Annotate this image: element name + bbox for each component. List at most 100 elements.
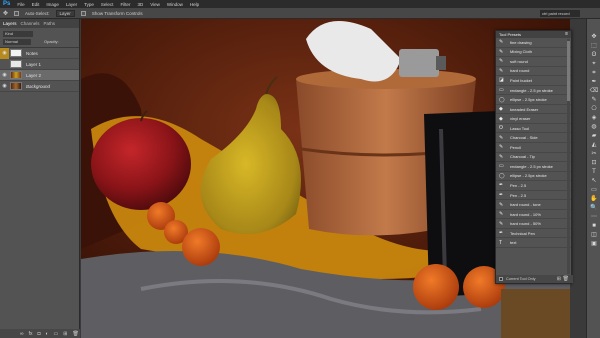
preset-item[interactable]: ✎ Pencil [496, 143, 571, 153]
current-tool-only-checkbox[interactable] [499, 277, 503, 281]
preset-item[interactable]: ✎ fine drawing [496, 38, 571, 48]
preset-item[interactable]: ✎ soft round [496, 57, 571, 67]
light-bulb-tip [436, 56, 446, 70]
tab-layers[interactable]: Layers [3, 21, 17, 26]
presets-scrollbar-thumb[interactable] [567, 41, 570, 101]
layer-row-layer-1[interactable]: Layer 1 [0, 59, 79, 70]
layer-row-notes[interactable]: ◉ Notes [0, 47, 79, 59]
preset-item[interactable]: ✎ Mixing Cloth [496, 48, 571, 58]
preset-item[interactable]: ✎ hard round - 10% [496, 210, 571, 220]
preset-item[interactable]: ✒ Technical Pen [496, 229, 571, 239]
tab-paths[interactable]: Paths [44, 21, 56, 26]
path-select-tool-icon[interactable]: ↖ [587, 177, 600, 186]
dodge-tool-icon[interactable]: ✂ [587, 150, 600, 159]
blur-tool-icon[interactable]: ◭ [587, 141, 600, 150]
fx-icon[interactable]: fx [29, 331, 33, 337]
eraser-tool-icon[interactable]: ◍ [587, 123, 600, 132]
quick-select-tool-icon[interactable]: ⌖ [587, 60, 600, 69]
new-preset-icon[interactable]: ⊞ [557, 276, 561, 282]
presets-scrollbar[interactable] [567, 39, 570, 274]
menu-edit[interactable]: Edit [32, 2, 40, 7]
new-layer-icon[interactable]: ⊞ [63, 331, 67, 337]
more-tools-icon[interactable]: ⋯ [587, 213, 600, 222]
tab-channels[interactable]: Channels [21, 21, 40, 26]
menu-window[interactable]: Window [167, 2, 183, 7]
preset-item[interactable]: ✎ hard round - tone [496, 200, 571, 210]
type-tool-icon[interactable]: T [587, 168, 600, 177]
eye-icon[interactable]: ◉ [0, 47, 9, 59]
brush-icon: ✎ [499, 39, 504, 46]
preset-item[interactable]: ✎ Charcoal - Side [496, 133, 571, 144]
preset-item[interactable]: ✒ Pen - 2.5 [496, 181, 571, 191]
color-swatches-icon[interactable]: ■ [587, 222, 600, 231]
layer-row-layer-2[interactable]: ◉ Layer 2 [0, 70, 79, 81]
hand-tool-icon[interactable]: ✋ [587, 195, 600, 204]
healing-tool-icon[interactable]: ⌫ [587, 87, 600, 96]
preset-item[interactable]: ▭ rectangle - 2.5 px stroke [496, 86, 571, 96]
pen-tool-icon[interactable]: ⊡ [587, 159, 600, 168]
shape-tool-icon[interactable]: ▭ [587, 186, 600, 195]
menu-layer[interactable]: Layer [66, 2, 77, 7]
preset-item[interactable]: ◪ Paint bucket [496, 76, 571, 86]
lasso-tool-icon[interactable]: ʘ [587, 51, 600, 60]
preset-item[interactable]: ʘ Lasso Tool [496, 124, 571, 134]
preset-item[interactable]: Ttext [496, 238, 571, 249]
workspace-field[interactable]: ctrl paint record [540, 10, 580, 17]
layer-row-background[interactable]: ◉ Background [0, 81, 79, 92]
screen-mode-icon[interactable]: ▣ [587, 240, 600, 249]
zoom-tool-icon[interactable]: 🔍 [587, 204, 600, 213]
quick-mask-icon[interactable]: ◫ [587, 231, 600, 240]
transform-controls-label: Show Transform Controls [91, 10, 143, 16]
menu-help[interactable]: Help [190, 2, 199, 7]
panel-menu-icon[interactable]: ≡ [565, 31, 568, 37]
clone-stamp-tool-icon[interactable]: ⎔ [587, 105, 600, 114]
preset-item[interactable]: ✎ hard round [496, 67, 571, 77]
group-folder-icon[interactable]: ▭ [54, 331, 59, 337]
pen-icon: ✒ [499, 192, 504, 199]
mask-icon[interactable]: ◘ [37, 331, 40, 337]
layer-kind-filter[interactable]: Kind [3, 31, 33, 37]
pencil-icon: ✎ [499, 144, 504, 151]
move-tool-icon[interactable]: ✥ [3, 10, 8, 17]
preset-item[interactable]: ▭ rectangle - 2.5 px stroke [496, 162, 571, 172]
layer-thumbnail [10, 49, 22, 57]
adjustment-layer-icon[interactable]: ◐ [46, 331, 49, 337]
crop-tool-icon[interactable]: ⌗ [587, 69, 600, 78]
orange-front-left [413, 264, 459, 310]
eraser-icon: ◆ [499, 106, 503, 113]
menu-image[interactable]: Image [46, 2, 59, 7]
preset-item[interactable]: ✎ hard round - 50% [496, 219, 571, 229]
preset-item[interactable]: ◆ kneaded Eraser [496, 105, 571, 115]
menu-filter[interactable]: Filter [120, 2, 130, 7]
eye-icon[interactable]: ◉ [0, 81, 9, 92]
brush-tool-icon[interactable]: ✎ [587, 96, 600, 105]
gradient-tool-icon[interactable]: ▰ [587, 132, 600, 141]
preset-item[interactable]: ◆ vinyl eraser [496, 114, 571, 124]
trash-icon[interactable]: 🗑 [563, 276, 569, 282]
menu-file[interactable]: File [17, 2, 24, 7]
link-layers-icon[interactable]: ∞ [20, 331, 24, 337]
preset-item[interactable]: ◯ ellipse - 2.5px stroke [496, 95, 571, 105]
preset-item[interactable]: ✒ Pen - 2.5 [496, 191, 571, 201]
opacity-label: Opacity: [44, 39, 59, 44]
menu-type[interactable]: Type [84, 2, 94, 7]
move-tool-icon[interactable]: ✥ [587, 33, 600, 42]
eye-icon[interactable] [0, 59, 9, 70]
auto-select-checkbox[interactable] [14, 10, 20, 16]
menu-select[interactable]: Select [101, 2, 114, 7]
wood-table-edge [501, 289, 570, 338]
history-brush-tool-icon[interactable]: ◈ [587, 114, 600, 123]
trash-icon[interactable]: 🗑 [72, 331, 78, 337]
auto-select-dropdown[interactable]: Layer [55, 9, 75, 17]
menu-3d[interactable]: 3D [137, 2, 143, 7]
preset-item[interactable]: ◯ ellipse - 2.5px stroke [496, 172, 571, 182]
menu-view[interactable]: View [150, 2, 160, 7]
eyedropper-tool-icon[interactable]: ✒ [587, 78, 600, 87]
eraser-icon: ◆ [499, 115, 503, 122]
eye-icon[interactable]: ◉ [0, 70, 9, 81]
tools-bar: ✥ ⬚ ʘ ⌖ ⌗ ✒ ⌫ ✎ ⎔ ◈ ◍ ▰ ◭ ✂ ⊡ T ↖ ▭ ✋ 🔍 … [586, 19, 600, 338]
blend-mode-dropdown[interactable]: Normal [3, 39, 31, 45]
preset-item[interactable]: ✎ Charcoal - Tip [496, 153, 571, 163]
marquee-tool-icon[interactable]: ⬚ [587, 42, 600, 51]
transform-controls-checkbox[interactable] [80, 10, 86, 16]
